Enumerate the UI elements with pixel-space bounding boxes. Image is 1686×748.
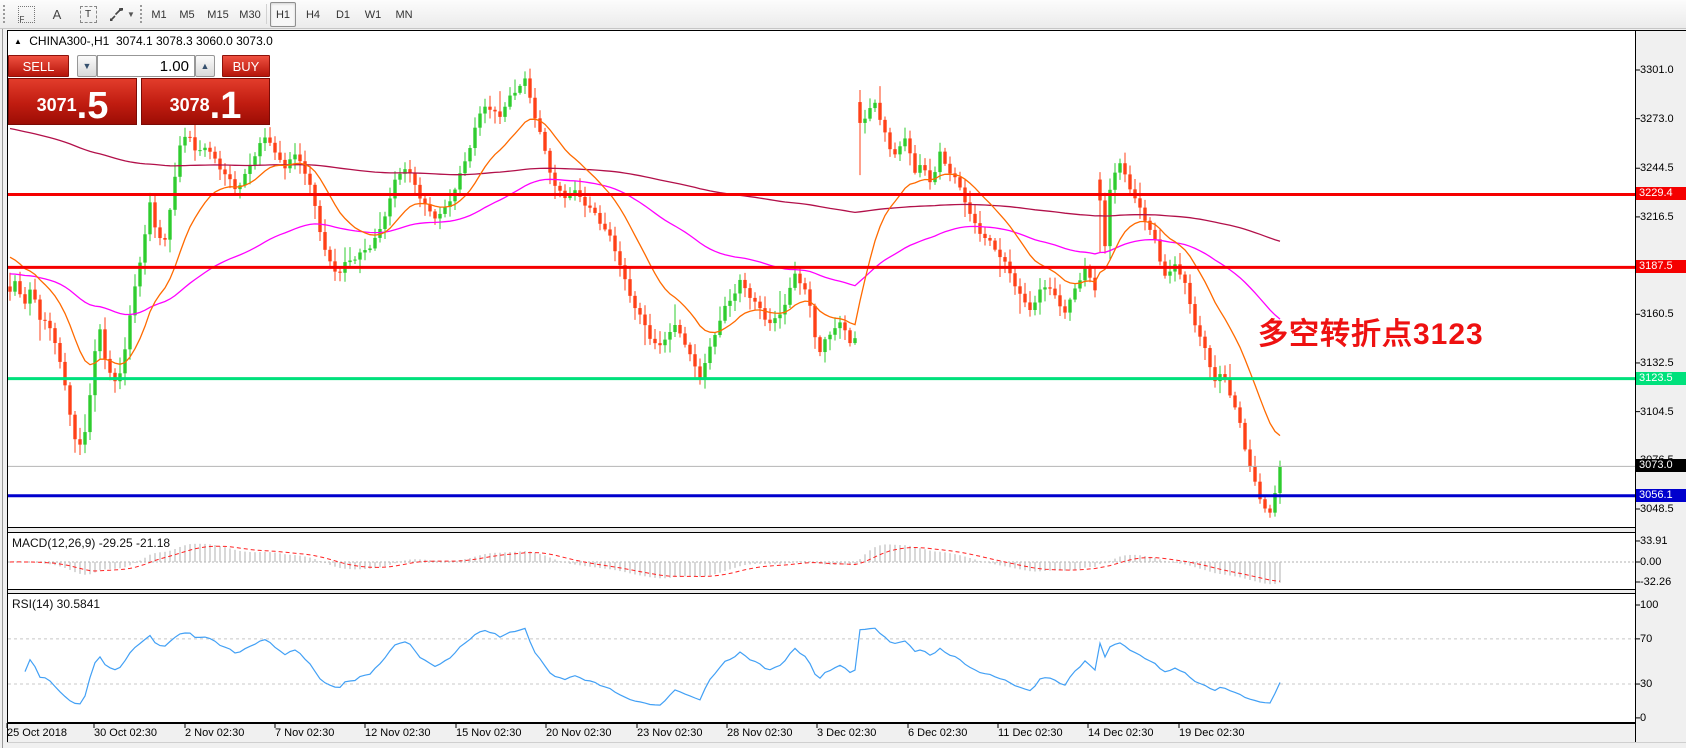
chart-title-ohlc: 3074.1 3078.3 3060.0 3073.0 xyxy=(116,34,273,48)
time-axis-label: 11 Dec 02:30 xyxy=(998,727,1063,739)
sell-price-main: 3071 xyxy=(37,95,77,116)
text-label-tool-button[interactable]: A xyxy=(44,2,70,27)
time-axis-label: 14 Dec 02:30 xyxy=(1088,727,1153,739)
price-level-chip: 3123.5 xyxy=(1636,372,1686,385)
tf-m5-button[interactable]: M5 xyxy=(175,2,199,27)
time-axis-label: 15 Nov 02:30 xyxy=(456,727,521,739)
tf-w1-button[interactable]: W1 xyxy=(360,2,386,27)
rsi-axis-label: 0 xyxy=(1640,712,1684,724)
tf-h4-button[interactable]: H4 xyxy=(300,2,326,27)
chart-title-symbol: CHINA300-,H1 xyxy=(29,34,109,48)
time-axis-label: 25 Oct 2018 xyxy=(7,727,67,739)
price-level-chip: 3229.4 xyxy=(1636,187,1686,200)
text-tool-button[interactable]: T xyxy=(74,2,102,27)
buy-price-button[interactable]: 3078.1 xyxy=(141,78,270,125)
rsi-label: RSI(14) 30.5841 xyxy=(12,597,100,611)
price-axis-label: 3104.5 xyxy=(1640,406,1684,418)
time-axis-label: 2 Nov 02:30 xyxy=(185,727,244,739)
toolbar-separator xyxy=(266,4,267,24)
buy-price-main: 3078 xyxy=(170,95,210,116)
tf-d1-button[interactable]: D1 xyxy=(330,2,356,27)
price-level-chip: 3187.5 xyxy=(1636,260,1686,273)
price-axis-label: 3301.0 xyxy=(1640,64,1684,76)
price-axis-label: 3216.5 xyxy=(1640,211,1684,223)
fibonacci-tool-button[interactable]: F xyxy=(12,2,40,27)
one-click-trade-panel: SELL ▼ ▲ BUY 3071.5 3078.1 xyxy=(8,55,270,125)
tf-mn-button[interactable]: MN xyxy=(390,2,418,27)
chart-annotation: 多空转折点3123 xyxy=(1258,309,1484,353)
text-label-icon: A xyxy=(53,7,62,22)
time-axis-label: 3 Dec 02:30 xyxy=(817,727,876,739)
text-tool-icon: T xyxy=(80,6,97,23)
tf-m15-button[interactable]: M15 xyxy=(203,2,233,27)
time-axis-label: 6 Dec 02:30 xyxy=(908,727,967,739)
arrows-tool-button[interactable]: ▼ xyxy=(104,2,140,27)
toolbar-drag-handle[interactable] xyxy=(140,5,146,23)
volume-decrease-button[interactable]: ▼ xyxy=(77,55,97,77)
price-level-chip: 3056.1 xyxy=(1636,489,1686,502)
time-axis-label: 30 Oct 02:30 xyxy=(94,727,157,739)
toolbar: F A T ▼ M1 M5 M15 M30 H1 H4 D1 W1 MN xyxy=(0,0,1686,29)
time-axis-label: 23 Nov 02:30 xyxy=(637,727,702,739)
buy-price-frac: .1 xyxy=(210,91,242,121)
fibonacci-icon: F xyxy=(18,6,35,23)
macd-axis-label: 0.00 xyxy=(1640,556,1684,568)
time-axis-label: 20 Nov 02:30 xyxy=(546,727,611,739)
time-axis-label: 28 Nov 02:30 xyxy=(727,727,792,739)
rsi-axis-label: 30 xyxy=(1640,678,1684,690)
tf-m30-button[interactable]: M30 xyxy=(235,2,265,27)
tf-m1-button[interactable]: M1 xyxy=(147,2,171,27)
arrows-icon xyxy=(109,8,124,22)
volume-input[interactable] xyxy=(97,55,195,77)
volume-increase-button[interactable]: ▲ xyxy=(195,55,215,77)
price-axis-label: 3244.5 xyxy=(1640,162,1684,174)
buy-button[interactable]: BUY xyxy=(222,55,270,77)
time-axis-label: 19 Dec 02:30 xyxy=(1179,727,1244,739)
chart-title: ▲ CHINA300-,H1 3074.1 3078.3 3060.0 3073… xyxy=(14,34,273,48)
triangle-down-icon: ▼ xyxy=(83,61,92,71)
price-axis-label: 3048.5 xyxy=(1640,503,1684,515)
sell-price-frac: .5 xyxy=(77,91,109,121)
tf-h1-button[interactable]: H1 xyxy=(270,2,296,27)
time-axis-label: 12 Nov 02:30 xyxy=(365,727,430,739)
macd-label: MACD(12,26,9) -29.25 -21.18 xyxy=(12,536,170,550)
price-axis-label: 3160.5 xyxy=(1640,308,1684,320)
time-axis-label: 7 Nov 02:30 xyxy=(275,727,334,739)
price-axis-label: 3132.5 xyxy=(1640,357,1684,369)
sell-price-button[interactable]: 3071.5 xyxy=(8,78,137,125)
chevron-down-icon: ▼ xyxy=(127,10,135,19)
rsi-axis-label: 70 xyxy=(1640,633,1684,645)
macd-axis-label: 33.91 xyxy=(1640,535,1684,547)
triangle-up-icon: ▲ xyxy=(201,61,210,71)
current-price-chip: 3073.0 xyxy=(1636,459,1686,472)
price-axis-label: 3273.0 xyxy=(1640,113,1684,125)
rsi-axis-label: 100 xyxy=(1640,599,1684,611)
macd-axis-label: -32.26 xyxy=(1640,576,1684,588)
collapse-triangle-icon: ▲ xyxy=(14,37,22,46)
sell-button[interactable]: SELL xyxy=(8,55,69,77)
toolbar-drag-handle[interactable] xyxy=(3,5,9,23)
